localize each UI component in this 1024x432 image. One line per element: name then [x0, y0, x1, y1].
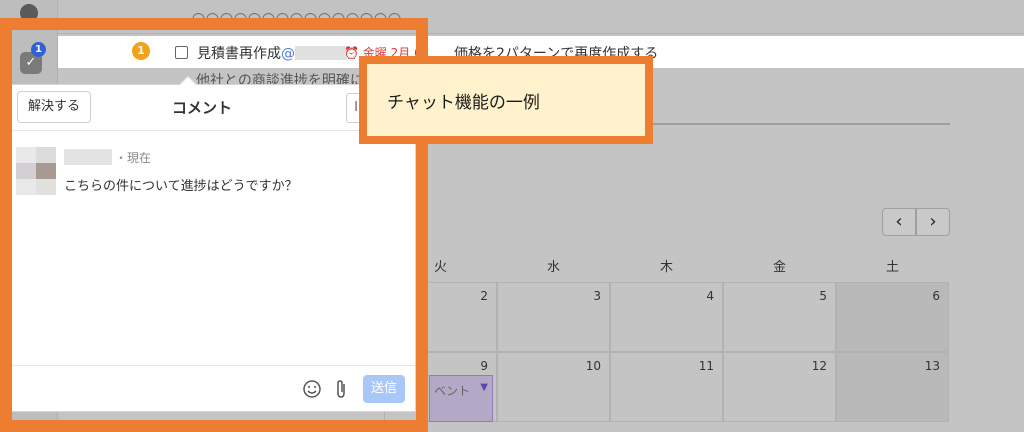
- day-number: 13: [924, 359, 940, 373]
- comment-input-footer: 送信: [12, 365, 415, 411]
- comment-timestamp: ・現在: [115, 151, 152, 165]
- weekday-sat: 土: [885, 260, 899, 275]
- day-number: 10: [585, 359, 601, 373]
- calendar-day[interactable]: 11: [610, 352, 723, 422]
- send-button[interactable]: 送信: [363, 375, 405, 403]
- weekday-wed: 水: [546, 260, 560, 275]
- comment-count-badge[interactable]: 1: [132, 42, 150, 60]
- task-checkbox[interactable]: [175, 46, 188, 59]
- day-number: 6: [932, 289, 940, 303]
- weekday-fri: 金: [772, 260, 786, 275]
- annotation-callout: チャット機能の一例: [359, 56, 653, 144]
- redacted-name: [295, 46, 347, 60]
- annotation-label: チャット機能の一例: [387, 93, 540, 113]
- day-number: 9: [480, 359, 488, 373]
- calendar-day[interactable]: 10: [497, 352, 610, 422]
- chevron-down-icon[interactable]: ▼: [480, 382, 488, 393]
- day-number: 2: [480, 289, 488, 303]
- comment-popup-header: 解決する コメント l: [12, 85, 415, 131]
- calendar-day[interactable]: 12: [723, 352, 836, 422]
- notification-badge: 1: [31, 42, 46, 57]
- calendar-day[interactable]: 5: [723, 282, 836, 352]
- comment-text: こちらの件について進捗はどうですか？: [64, 179, 298, 194]
- resolve-button[interactable]: 解決する: [17, 91, 91, 123]
- commenter-avatar: [16, 147, 56, 195]
- calendar-event[interactable]: ベント ▼: [429, 375, 493, 422]
- day-number: 12: [811, 359, 827, 373]
- calendar-day[interactable]: 6: [836, 282, 949, 352]
- calendar-day[interactable]: 13: [836, 352, 949, 422]
- calendar-day[interactable]: 4: [610, 282, 723, 352]
- day-number: 4: [706, 289, 714, 303]
- day-number: 11: [698, 359, 714, 373]
- task-title-text: 見積書再作成: [197, 46, 281, 62]
- task-mention[interactable]: @: [281, 46, 295, 62]
- calendar-day[interactable]: 3: [497, 282, 610, 352]
- attach-icon[interactable]: [332, 379, 350, 399]
- redacted-commenter-name: [64, 149, 112, 165]
- calendar-next-button[interactable]: ›: [916, 208, 950, 236]
- task-row-previous[interactable]: ・ 〇〇〇〇〇〇〇〇〇〇〇〇〇〇〇: [58, 0, 1024, 34]
- day-number: 5: [819, 289, 827, 303]
- emoji-icon[interactable]: [302, 379, 322, 399]
- day-number: 3: [593, 289, 601, 303]
- calendar-event-label: ベント: [434, 384, 471, 398]
- weekday-thu: 木: [659, 260, 673, 275]
- calendar-prev-button[interactable]: ‹: [882, 208, 916, 236]
- task-row-previous-text: ・ 〇〇〇〇〇〇〇〇〇〇〇〇〇〇〇: [173, 13, 402, 29]
- task-title[interactable]: 見積書再作成@: [197, 43, 347, 63]
- comment-popup-title: コメント: [172, 99, 233, 117]
- comment-popup: 解決する コメント l ・現在 こちらの件について進捗はどうですか？ 送信: [11, 75, 416, 412]
- user-avatar[interactable]: [20, 4, 38, 22]
